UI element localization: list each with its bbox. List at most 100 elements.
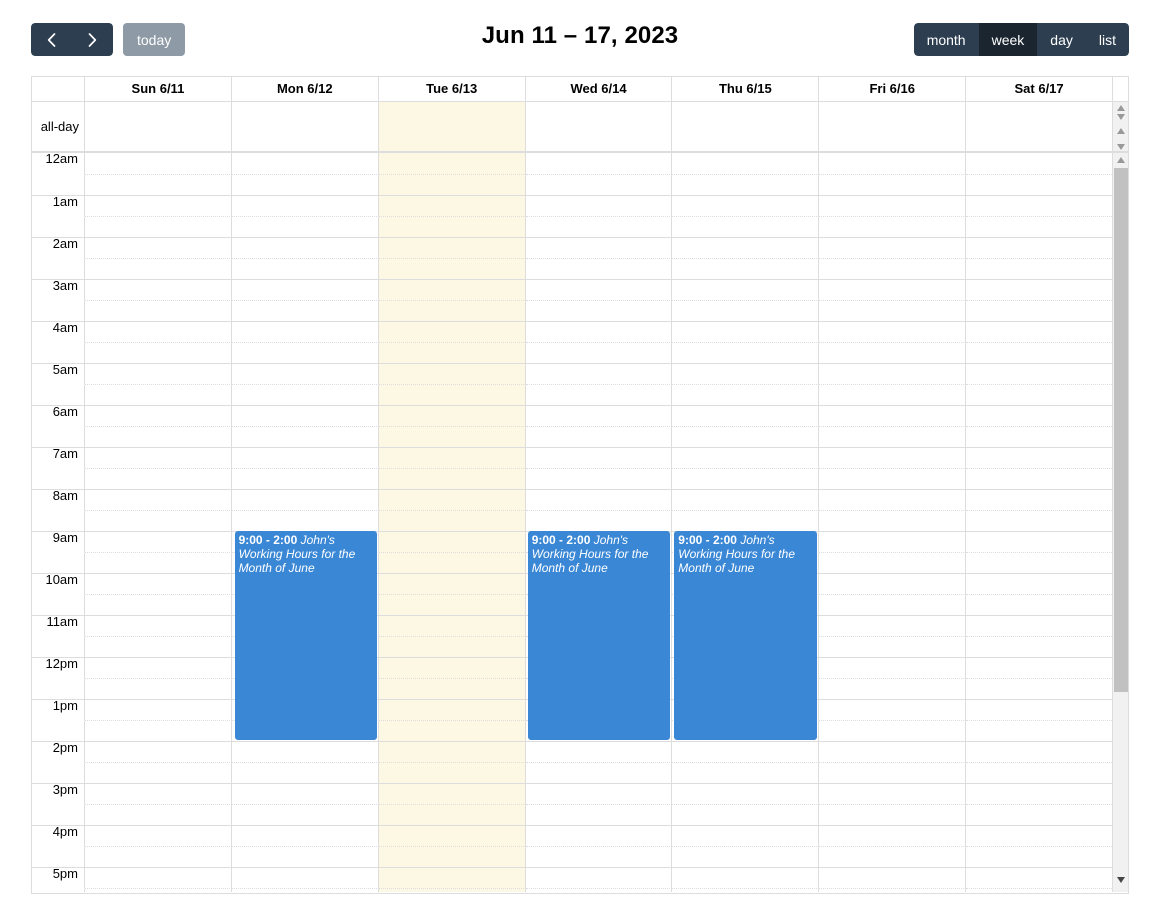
time-slot-cell[interactable]: [231, 867, 379, 888]
time-slot-cell[interactable]: [819, 300, 967, 321]
time-slot-cell[interactable]: [966, 153, 1112, 174]
time-slot-cell[interactable]: [85, 678, 232, 699]
time-slot-cell[interactable]: [966, 636, 1112, 657]
time-slot-cell[interactable]: [525, 258, 673, 279]
time-slot-cell[interactable]: [378, 510, 526, 531]
time-slot-cell[interactable]: [85, 657, 232, 678]
time-slot-cell[interactable]: [819, 531, 967, 552]
time-slot-cell[interactable]: [378, 447, 526, 468]
time-slot-cell[interactable]: [231, 384, 379, 405]
time-slot-cell[interactable]: [525, 174, 673, 195]
time-slot-cell[interactable]: [378, 678, 526, 699]
scroll-down-arrow[interactable]: [1116, 113, 1126, 121]
time-slot-cell[interactable]: [819, 468, 967, 489]
time-slot-cell[interactable]: [672, 888, 820, 892]
time-slot-cell[interactable]: [525, 195, 673, 216]
view-button-week[interactable]: week: [978, 23, 1038, 56]
view-button-list[interactable]: list: [1085, 23, 1129, 56]
time-slot-cell[interactable]: [378, 153, 526, 174]
time-slot-cell[interactable]: [231, 300, 379, 321]
time-slot-cell[interactable]: [672, 804, 820, 825]
day-header-fri[interactable]: Fri 6/16: [819, 77, 967, 101]
time-slot-cell[interactable]: [819, 678, 967, 699]
time-slot-cell[interactable]: [231, 153, 379, 174]
time-slot-cell[interactable]: [525, 741, 673, 762]
time-slot-cell[interactable]: [819, 426, 967, 447]
time-slot-cell[interactable]: [85, 300, 232, 321]
time-slot-cell[interactable]: [378, 342, 526, 363]
time-slot-cell[interactable]: [966, 342, 1112, 363]
time-slot-cell[interactable]: [85, 552, 232, 573]
time-slot-cell[interactable]: [85, 804, 232, 825]
time-slot-cell[interactable]: [672, 258, 820, 279]
time-slot-cell[interactable]: [231, 216, 379, 237]
time-slot-cell[interactable]: [378, 216, 526, 237]
time-slot-cell[interactable]: [819, 384, 967, 405]
time-slot-cell[interactable]: [85, 363, 232, 384]
time-slot-cell[interactable]: [525, 888, 673, 892]
time-slot-cell[interactable]: [819, 573, 967, 594]
all-day-cell-sat[interactable]: [966, 102, 1113, 151]
time-slot-cell[interactable]: [525, 783, 673, 804]
time-slot-cell[interactable]: [672, 216, 820, 237]
time-slot-cell[interactable]: [525, 762, 673, 783]
time-slot-cell[interactable]: [966, 174, 1112, 195]
time-slot-cell[interactable]: [819, 783, 967, 804]
time-slot-cell[interactable]: [85, 510, 232, 531]
scrollbar-thumb[interactable]: [1114, 167, 1128, 693]
time-slot-cell[interactable]: [819, 153, 967, 174]
time-slot-cell[interactable]: [378, 825, 526, 846]
time-slot-cell[interactable]: [672, 321, 820, 342]
time-slot-cell[interactable]: [85, 426, 232, 447]
time-slot-cell[interactable]: [85, 195, 232, 216]
time-slot-cell[interactable]: [85, 699, 232, 720]
time-slot-cell[interactable]: [966, 762, 1112, 783]
time-slot-cell[interactable]: [672, 468, 820, 489]
time-slot-cell[interactable]: [85, 846, 232, 867]
time-slot-cell[interactable]: [378, 594, 526, 615]
time-slot-cell[interactable]: [819, 699, 967, 720]
time-slot-cell[interactable]: [231, 405, 379, 426]
time-slot-cell[interactable]: [378, 804, 526, 825]
time-slot-cell[interactable]: [85, 174, 232, 195]
time-slot-cell[interactable]: [819, 741, 967, 762]
time-slot-cell[interactable]: [231, 783, 379, 804]
time-slot-cell[interactable]: [525, 426, 673, 447]
time-slot-cell[interactable]: [231, 237, 379, 258]
all-day-cell-tue[interactable]: [378, 102, 526, 151]
time-slot-cell[interactable]: [966, 321, 1112, 342]
time-slot-cell[interactable]: [966, 594, 1112, 615]
time-slot-cell[interactable]: [378, 699, 526, 720]
all-day-cell-mon[interactable]: [231, 102, 379, 151]
time-slot-cell[interactable]: [525, 846, 673, 867]
time-slot-cell[interactable]: [378, 363, 526, 384]
time-slot-cell[interactable]: [966, 510, 1112, 531]
time-slot-cell[interactable]: [85, 321, 232, 342]
time-slot-cell[interactable]: [231, 279, 379, 300]
all-day-cell-wed[interactable]: [525, 102, 673, 151]
day-header-mon[interactable]: Mon 6/12: [232, 77, 379, 101]
time-slot-cell[interactable]: [966, 888, 1112, 892]
time-slot-cell[interactable]: [966, 384, 1112, 405]
time-slot-cell[interactable]: [525, 468, 673, 489]
time-slot-cell[interactable]: [966, 279, 1112, 300]
calendar-event[interactable]: 9:00 - 2:00 John's Working Hours for the…: [674, 531, 817, 740]
time-slot-cell[interactable]: [819, 216, 967, 237]
time-slot-cell[interactable]: [378, 489, 526, 510]
time-slot-cell[interactable]: [85, 384, 232, 405]
scroll-down-arrow[interactable]: [1116, 876, 1126, 884]
time-slot-cell[interactable]: [819, 258, 967, 279]
time-slot-cell[interactable]: [819, 279, 967, 300]
time-slot-cell[interactable]: [231, 447, 379, 468]
time-slot-cell[interactable]: [672, 783, 820, 804]
time-slot-cell[interactable]: [966, 363, 1112, 384]
time-slot-cell[interactable]: [378, 636, 526, 657]
time-slot-cell[interactable]: [672, 447, 820, 468]
time-slot-cell[interactable]: [378, 195, 526, 216]
time-slot-cell[interactable]: [231, 804, 379, 825]
time-slot-cell[interactable]: [819, 510, 967, 531]
time-slot-cell[interactable]: [966, 489, 1112, 510]
time-slot-cell[interactable]: [378, 237, 526, 258]
day-header-sat[interactable]: Sat 6/17: [966, 77, 1112, 101]
calendar-event[interactable]: 9:00 - 2:00 John's Working Hours for the…: [234, 531, 378, 740]
